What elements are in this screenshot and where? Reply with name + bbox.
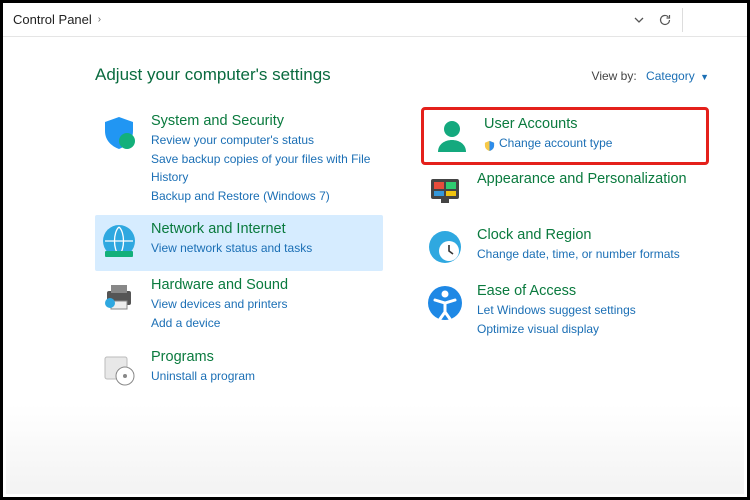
view-by-control[interactable]: View by: Category ▼ <box>592 69 709 83</box>
view-by-value[interactable]: Category <box>646 69 695 83</box>
category-title[interactable]: Network and Internet <box>151 221 312 237</box>
category-text: Clock and Region Change date, time, or nu… <box>477 227 680 267</box>
category-title[interactable]: User Accounts <box>484 116 612 132</box>
breadcrumb-root[interactable]: Control Panel <box>13 12 92 27</box>
category-link[interactable]: Let Windows suggest settings <box>477 301 636 320</box>
category-personalize[interactable]: Appearance and Personalization <box>421 165 709 221</box>
chevron-right-icon: › <box>98 14 101 25</box>
view-by-label: View by: <box>592 69 637 83</box>
address-bar: Control Panel › <box>3 3 747 37</box>
category-link[interactable]: Change date, time, or number formats <box>477 245 680 264</box>
programs-icon <box>99 349 139 389</box>
category-link[interactable]: Uninstall a program <box>151 367 255 386</box>
category-ease[interactable]: Ease of Access Let Windows suggest settin… <box>421 277 709 348</box>
refresh-button[interactable] <box>652 7 678 33</box>
category-link[interactable]: Save backup copies of your files with Fi… <box>151 150 379 187</box>
caret-down-icon: ▼ <box>700 72 709 82</box>
category-text: Appearance and Personalization <box>477 171 687 211</box>
uac-shield-icon <box>484 138 495 149</box>
category-link[interactable]: Review your computer's status <box>151 131 379 150</box>
category-link[interactable]: Change account type <box>484 134 612 153</box>
search-input[interactable] <box>682 8 737 32</box>
clock-icon <box>425 227 465 267</box>
category-link[interactable]: Optimize visual display <box>477 320 636 339</box>
category-title[interactable]: Programs <box>151 349 255 365</box>
category-text: System and Security Review your computer'… <box>151 113 379 205</box>
category-link[interactable]: View network status and tasks <box>151 239 312 258</box>
content-area: Adjust your computer's settings View by:… <box>3 37 747 399</box>
personalize-icon <box>425 171 465 211</box>
category-programs[interactable]: Programs Uninstall a program <box>95 343 383 399</box>
user-icon <box>432 116 472 156</box>
ease-icon <box>425 283 465 323</box>
refresh-icon <box>658 13 672 27</box>
dropdown-button[interactable] <box>626 7 652 33</box>
right-column: User Accounts Change account type Appearan… <box>421 107 709 399</box>
category-text: Programs Uninstall a program <box>151 349 255 389</box>
bottom-fade <box>6 404 744 494</box>
category-shield[interactable]: System and Security Review your computer'… <box>95 107 383 215</box>
category-link[interactable]: Backup and Restore (Windows 7) <box>151 187 379 206</box>
globe-icon <box>99 221 139 261</box>
chevron-down-icon <box>633 14 645 26</box>
category-title[interactable]: Ease of Access <box>477 283 636 299</box>
printer-icon <box>99 277 139 317</box>
category-text: Ease of Access Let Windows suggest settin… <box>477 283 636 338</box>
category-title[interactable]: Appearance and Personalization <box>477 171 687 187</box>
category-printer[interactable]: Hardware and Sound View devices and print… <box>95 271 383 342</box>
category-title[interactable]: System and Security <box>151 113 379 129</box>
left-column: System and Security Review your computer'… <box>95 107 383 399</box>
header-row: Adjust your computer's settings View by:… <box>95 65 709 85</box>
category-title[interactable]: Clock and Region <box>477 227 680 243</box>
page-title: Adjust your computer's settings <box>95 65 331 85</box>
category-link[interactable]: Add a device <box>151 314 288 333</box>
category-globe[interactable]: Network and Internet View network status … <box>95 215 383 271</box>
category-columns: System and Security Review your computer'… <box>95 107 709 399</box>
shield-icon <box>99 113 139 153</box>
category-text: Hardware and Sound View devices and print… <box>151 277 288 332</box>
category-clock[interactable]: Clock and Region Change date, time, or nu… <box>421 221 709 277</box>
category-text: User Accounts Change account type <box>484 116 612 156</box>
category-title[interactable]: Hardware and Sound <box>151 277 288 293</box>
category-user[interactable]: User Accounts Change account type <box>421 107 709 165</box>
category-text: Network and Internet View network status … <box>151 221 312 261</box>
category-link[interactable]: View devices and printers <box>151 295 288 314</box>
breadcrumb[interactable]: Control Panel › <box>13 12 626 27</box>
